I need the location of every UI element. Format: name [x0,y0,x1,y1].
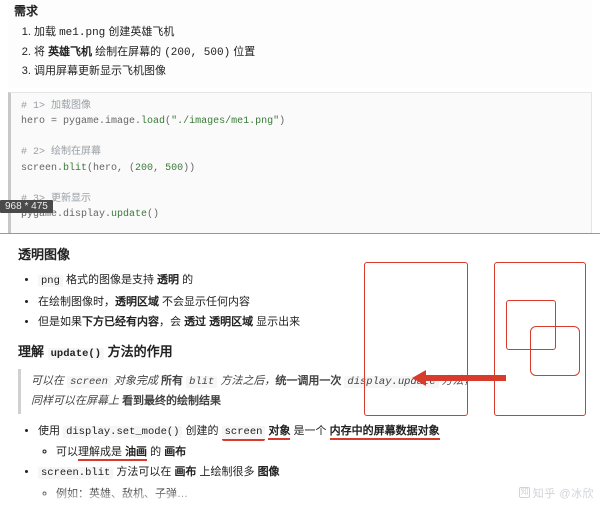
u-sub-1a: 可以理解成是 油画 的 画布 [56,443,582,461]
watermark: 知乎 @冰欣 [519,485,594,501]
requirements-title: 需求 [8,0,592,23]
requirements-card: 需求 加载 me1.png 创建英雄飞机 将 英雄飞机 绘制在屏幕的 (200,… [8,0,592,88]
article-body: 透明图像 png 格式的图像是支持 透明 的 在绘制图像时，透明区域 不会显示任… [0,238,600,505]
u-sub-1: 可以理解成是 油画 的 画布 [38,443,582,461]
zhihu-icon [519,487,530,498]
req-item-1: 加载 me1.png 创建英雄飞机 [34,24,592,43]
req-item-3: 调用屏幕更新显示飞机图像 [34,63,592,81]
t-bullet-1: png 格式的图像是支持 透明 的 [38,271,582,290]
t-bullet-3: 但是如果下方已经有内容，会 透过 透明区域 显示出来 [38,313,582,331]
transparent-bullets: png 格式的图像是支持 透明 的 在绘制图像时，透明区域 不会显示任何内容 但… [18,271,582,331]
code-block: # 1> 加载图像 hero = pygame.image.load("./im… [8,92,592,234]
heading-transparent: 透明图像 [18,244,582,265]
blockquote: 可以在 screen 对象完成 所有 blit 方法之后，统一调用一次 disp… [18,369,582,414]
section-divider [0,233,600,234]
t-bullet-2: 在绘制图像时，透明区域 不会显示任何内容 [38,293,582,311]
requirements-list: 加载 me1.png 创建英雄飞机 将 英雄飞机 绘制在屏幕的 (200, 50… [8,24,592,88]
heading-update: 理解 update() 方法的作用 [18,341,582,363]
req-item-2: 将 英雄飞机 绘制在屏幕的 (200, 500) 位置 [34,44,592,63]
footer-fade [0,487,600,505]
page-root: 需求 加载 me1.png 创建英雄飞机 将 英雄飞机 绘制在屏幕的 (200,… [0,0,600,505]
u-bullet-1: 使用 display.set_mode() 创建的 screen 对象 是一个 … [38,422,582,461]
image-size-badge: 968 * 475 [0,200,53,213]
